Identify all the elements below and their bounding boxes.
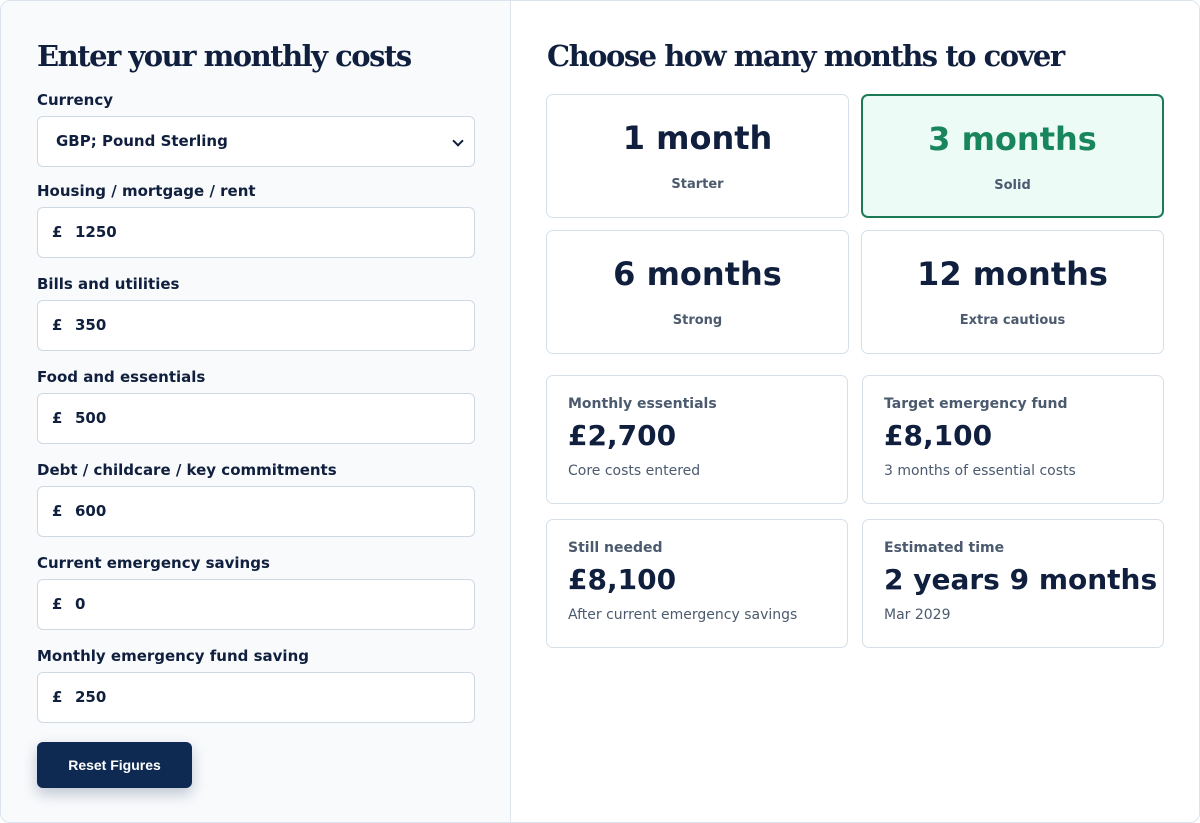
housing-input[interactable]: £ 1250 — [37, 207, 475, 258]
card-note: Core costs entered — [568, 463, 701, 479]
pound-symbol: £ — [52, 502, 63, 520]
card-value: £8,100 — [568, 563, 677, 596]
still-needed-card: Still needed £8,100 After current emerge… — [546, 519, 848, 648]
pound-symbol: £ — [52, 595, 63, 613]
card-value: £8,100 — [884, 419, 993, 452]
savings-label: Current emergency savings — [37, 554, 270, 572]
monthly-saving-input[interactable]: £ 250 — [37, 672, 475, 723]
pound-symbol: £ — [52, 409, 63, 427]
debt-input[interactable]: £ 600 — [37, 486, 475, 537]
food-label: Food and essentials — [37, 368, 206, 386]
card-value: 2 years 9 months — [884, 563, 1158, 596]
currency-value: GBP; Pound Sterling — [56, 132, 228, 150]
option-12-months[interactable]: 12 months Extra cautious — [861, 230, 1164, 354]
currency-label: Currency — [37, 91, 114, 109]
savings-value: 0 — [75, 595, 86, 613]
card-label: Still needed — [568, 540, 663, 556]
option-months: 3 months — [928, 120, 1097, 158]
currency-select[interactable]: GBP; Pound Sterling — [37, 116, 475, 167]
inputs-title: Enter your monthly costs — [37, 39, 412, 73]
debt-value: 600 — [75, 502, 107, 520]
option-tag: Extra cautious — [959, 313, 1066, 328]
housing-value: 1250 — [75, 223, 117, 241]
housing-label: Housing / mortgage / rent — [37, 182, 256, 200]
card-note: Mar 2029 — [884, 607, 951, 623]
option-3-months[interactable]: 3 months Solid — [861, 94, 1164, 218]
monthly-saving-value: 250 — [75, 688, 107, 706]
debt-label: Debt / childcare / key commitments — [37, 461, 337, 479]
reset-figures-button[interactable]: Reset Figures — [37, 742, 192, 788]
chevron-down-icon — [452, 135, 464, 147]
monthly-saving-label: Monthly emergency fund saving — [37, 647, 309, 665]
option-tag: Starter — [671, 177, 724, 192]
card-label: Estimated time — [884, 540, 1005, 556]
option-months: 12 months — [917, 255, 1108, 293]
option-6-months[interactable]: 6 months Strong — [546, 230, 849, 354]
pound-symbol: £ — [52, 316, 63, 334]
card-label: Monthly essentials — [568, 396, 717, 412]
months-panel: Choose how many months to cover 1 month … — [511, 1, 1199, 822]
inputs-panel: Enter your monthly costs Currency GBP; P… — [1, 1, 511, 822]
card-note: 3 months of essential costs — [884, 463, 1076, 479]
option-tag: Strong — [672, 313, 723, 328]
card-note: After current emergency savings — [568, 607, 798, 623]
target-fund-card: Target emergency fund £8,100 3 months of… — [862, 375, 1164, 504]
months-title: Choose how many months to cover — [547, 39, 1065, 73]
option-tag: Solid — [994, 178, 1031, 193]
card-label: Target emergency fund — [884, 396, 1068, 412]
savings-input[interactable]: £ 0 — [37, 579, 475, 630]
food-input[interactable]: £ 500 — [37, 393, 475, 444]
pound-symbol: £ — [52, 223, 63, 241]
estimated-time-card: Estimated time 2 years 9 months Mar 2029 — [862, 519, 1164, 648]
calculator-window: Enter your monthly costs Currency GBP; P… — [0, 0, 1200, 823]
option-months: 1 month — [622, 119, 773, 157]
option-months: 6 months — [613, 255, 782, 293]
food-value: 500 — [75, 409, 107, 427]
pound-symbol: £ — [52, 688, 63, 706]
bills-value: 350 — [75, 316, 107, 334]
bills-label: Bills and utilities — [37, 275, 180, 293]
bills-input[interactable]: £ 350 — [37, 300, 475, 351]
option-1-month[interactable]: 1 month Starter — [546, 94, 849, 218]
monthly-essentials-card: Monthly essentials £2,700 Core costs ent… — [546, 375, 848, 504]
card-value: £2,700 — [568, 419, 677, 452]
